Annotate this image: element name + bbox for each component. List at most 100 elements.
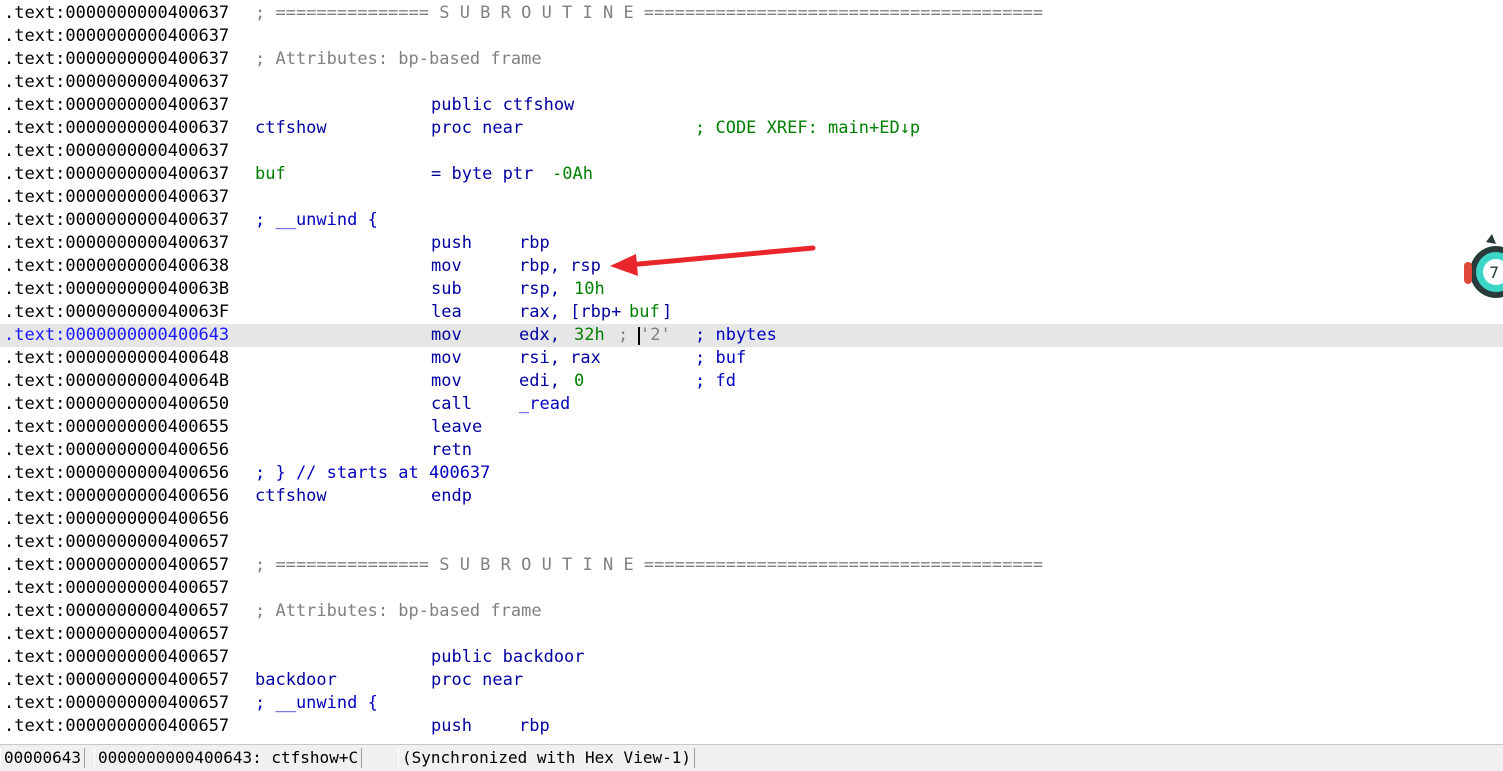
listing-line[interactable]: .text:0000000000400657 ; =============== … xyxy=(0,554,1503,577)
line-token[interactable]: ; xyxy=(618,324,638,347)
line-token[interactable]: mov xyxy=(431,370,462,393)
line-address[interactable]: .text:0000000000400657 xyxy=(4,715,229,738)
line-token[interactable]: _read xyxy=(519,393,570,416)
line-token[interactable]: endp xyxy=(431,485,472,508)
line-token[interactable]: proc near xyxy=(431,117,523,140)
line-token[interactable]: leave xyxy=(431,416,482,439)
line-token[interactable]: ; __unwind { xyxy=(255,209,378,232)
listing-line[interactable]: .text:0000000000400657 ; Attributes: bp-b… xyxy=(0,600,1503,623)
line-address[interactable]: .text:0000000000400656 xyxy=(4,462,229,485)
listing-line[interactable]: .text:0000000000400637 ctfshow proc near ; … xyxy=(0,117,1503,140)
listing-line[interactable]: .text:0000000000400648 mov rsi, rax ; buf xyxy=(0,347,1503,370)
line-token[interactable]: = byte ptr xyxy=(431,163,544,186)
line-token[interactable]: 0 xyxy=(574,370,584,393)
line-address[interactable]: .text:0000000000400657 xyxy=(4,669,229,692)
listing-line[interactable]: .text:0000000000400637 ; =============== … xyxy=(0,2,1503,25)
line-address[interactable]: .text:0000000000400657 xyxy=(4,646,229,669)
line-token[interactable]: rsi, rax xyxy=(519,347,601,370)
listing-line[interactable]: .text:000000000040063F lea rax, [rbp+ buf] xyxy=(0,301,1503,324)
line-token[interactable]: ; __unwind { xyxy=(255,692,378,715)
listing-line[interactable]: .text:0000000000400656 xyxy=(0,508,1503,531)
line-token[interactable]: ] xyxy=(662,301,672,324)
line-address[interactable]: .text:0000000000400648 xyxy=(4,347,229,370)
line-token[interactable]: ; Attributes: bp-based frame xyxy=(255,600,542,623)
line-token[interactable]: ; buf xyxy=(695,347,746,370)
line-address[interactable]: .text:0000000000400637 xyxy=(4,2,229,25)
listing-line[interactable]: .text:0000000000400657 push rbp xyxy=(0,715,1503,738)
line-token[interactable]: push xyxy=(431,232,472,255)
line-token[interactable]: rsp, xyxy=(519,278,570,301)
listing-line[interactable]: .text:0000000000400655 leave xyxy=(0,416,1503,439)
listing-line[interactable]: .text:0000000000400637 ; __unwind { xyxy=(0,209,1503,232)
line-token[interactable]: buf xyxy=(255,163,286,186)
line-token[interactable]: 32h xyxy=(574,324,605,347)
line-token[interactable]: ctfshow xyxy=(255,485,327,508)
line-address[interactable]: .text:0000000000400637 xyxy=(4,163,229,186)
line-token[interactable]: rbp xyxy=(519,232,550,255)
line-address[interactable]: .text:0000000000400657 xyxy=(4,554,229,577)
listing-line[interactable]: .text:0000000000400656 retn xyxy=(0,439,1503,462)
listing-line-current[interactable]: .text:0000000000400643 mov edx, 32h; '2' ; … xyxy=(0,324,1503,347)
line-token[interactable]: ; fd xyxy=(695,370,736,393)
line-address[interactable]: .text:0000000000400656 xyxy=(4,485,229,508)
listing-line[interactable]: .text:0000000000400656 ; } // starts at 4… xyxy=(0,462,1503,485)
line-address[interactable]: .text:0000000000400637 xyxy=(4,232,229,255)
line-address[interactable]: .text:0000000000400637 xyxy=(4,117,229,140)
line-address[interactable]: .text:0000000000400637 xyxy=(4,186,229,209)
line-token[interactable]: rbp, rsp xyxy=(519,255,601,278)
line-token[interactable]: sub xyxy=(431,278,462,301)
line-address[interactable]: .text:000000000040063F xyxy=(4,301,229,324)
listing-line[interactable]: .text:0000000000400657 ; __unwind { xyxy=(0,692,1503,715)
line-token[interactable]: ; =============== S U B R O U T I N E ==… xyxy=(255,2,1043,25)
line-token[interactable]: proc near xyxy=(431,669,523,692)
disassembly-listing[interactable]: .text:0000000000400637 ; =============== … xyxy=(0,0,1503,744)
line-address[interactable]: .text:0000000000400643 xyxy=(4,324,229,347)
line-token[interactable]: buf xyxy=(629,301,660,324)
line-address[interactable]: .text:0000000000400657 xyxy=(4,577,229,600)
line-address[interactable]: .text:0000000000400637 xyxy=(4,25,229,48)
line-address[interactable]: .text:0000000000400637 xyxy=(4,209,229,232)
listing-line[interactable]: .text:000000000040064B mov edi, 0 ; fd xyxy=(0,370,1503,393)
listing-line[interactable]: .text:0000000000400637 xyxy=(0,71,1503,94)
listing-line[interactable]: .text:0000000000400657 xyxy=(0,577,1503,600)
line-token[interactable]: public backdoor xyxy=(431,646,585,669)
listing-line[interactable]: .text:0000000000400637 xyxy=(0,25,1503,48)
line-address[interactable]: .text:0000000000400657 xyxy=(4,623,229,646)
listing-line[interactable]: .text:0000000000400637 xyxy=(0,140,1503,163)
line-token[interactable]: rbp xyxy=(519,715,550,738)
line-address[interactable]: .text:0000000000400656 xyxy=(4,439,229,462)
line-address[interactable]: .text:0000000000400657 xyxy=(4,531,229,554)
floating-assistant-icon[interactable]: 7 xyxy=(1458,232,1503,304)
listing-line[interactable]: .text:0000000000400637 public ctfshow xyxy=(0,94,1503,117)
line-address[interactable]: .text:0000000000400637 xyxy=(4,71,229,94)
listing-line[interactable]: .text:0000000000400650 call _read xyxy=(0,393,1503,416)
listing-line[interactable]: .text:0000000000400657 backdoor proc near xyxy=(0,669,1503,692)
line-token[interactable]: retn xyxy=(431,439,472,462)
line-token[interactable]: backdoor xyxy=(255,669,337,692)
line-token[interactable]: mov xyxy=(431,255,462,278)
line-token[interactable]: mov xyxy=(431,324,462,347)
line-token[interactable]: '2' xyxy=(640,324,671,347)
line-token[interactable]: ; Attributes: bp-based frame xyxy=(255,48,542,71)
listing-line[interactable]: .text:0000000000400637 xyxy=(0,186,1503,209)
line-address[interactable]: .text:0000000000400655 xyxy=(4,416,229,439)
listing-line[interactable]: .text:0000000000400657 public backdoor xyxy=(0,646,1503,669)
listing-line[interactable]: .text:0000000000400656 ctfshow endp xyxy=(0,485,1503,508)
listing-line[interactable]: .text:0000000000400657 xyxy=(0,623,1503,646)
line-token[interactable]: ; } // starts at 400637 xyxy=(255,462,490,485)
line-address[interactable]: .text:000000000040064B xyxy=(4,370,229,393)
line-token[interactable]: rax, [rbp+ xyxy=(519,301,621,324)
listing-line[interactable]: .text:000000000040063B sub rsp, 10h xyxy=(0,278,1503,301)
line-token[interactable]: call xyxy=(431,393,472,416)
line-address[interactable]: .text:0000000000400637 xyxy=(4,140,229,163)
line-address[interactable]: .text:000000000040063B xyxy=(4,278,229,301)
line-token[interactable]: edx, xyxy=(519,324,570,347)
line-token[interactable]: ctfshow xyxy=(255,117,327,140)
listing-line[interactable]: .text:0000000000400637 buf = byte ptr -0Ah xyxy=(0,163,1503,186)
line-address[interactable]: .text:0000000000400650 xyxy=(4,393,229,416)
line-token[interactable]: -0Ah xyxy=(552,163,593,186)
line-token[interactable]: mov xyxy=(431,347,462,370)
line-address[interactable]: .text:0000000000400656 xyxy=(4,508,229,531)
line-address[interactable]: .text:0000000000400638 xyxy=(4,255,229,278)
line-address[interactable]: .text:0000000000400657 xyxy=(4,600,229,623)
